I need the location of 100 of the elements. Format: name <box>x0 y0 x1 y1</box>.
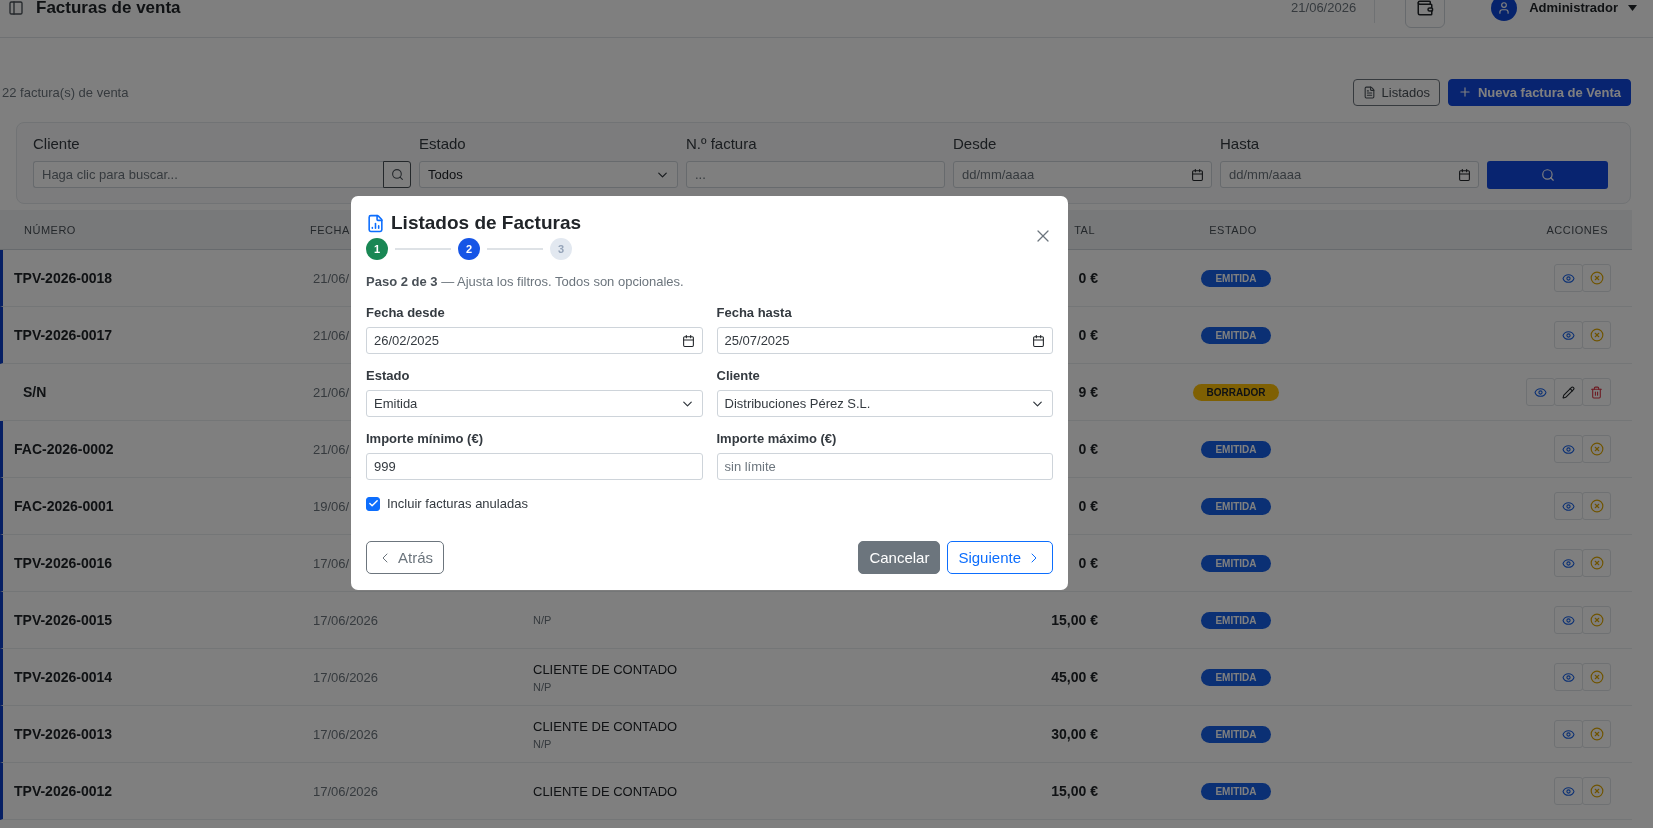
user-menu[interactable]: Administrador <box>1529 0 1637 15</box>
view-button[interactable] <box>1554 663 1583 691</box>
invoice-total: 0 € <box>1078 270 1099 286</box>
circle-x-icon <box>1589 784 1604 798</box>
pencil-icon <box>1562 385 1575 399</box>
cancel-invoice-button[interactable] <box>1582 435 1611 463</box>
view-button[interactable] <box>1554 777 1583 805</box>
cancel-button[interactable]: Cancelar <box>858 541 941 574</box>
listings-button[interactable]: Listados <box>1352 78 1440 106</box>
status-badge: EMITIDA <box>1201 725 1271 743</box>
delete-button[interactable] <box>1582 378 1611 406</box>
input-field[interactable]: 999 <box>366 453 703 480</box>
search-button[interactable] <box>383 161 411 188</box>
circle-x-icon <box>1589 556 1604 570</box>
eye-icon <box>1562 670 1575 684</box>
input-field[interactable]: sin límite <box>716 453 1053 480</box>
invoice-total: 0 € <box>1078 441 1099 457</box>
invoice-number: TPV-2026-0016 <box>13 555 114 571</box>
client-name: CLIENTE DE CONTADO <box>533 718 679 734</box>
field-label: Hasta <box>1220 135 1261 154</box>
view-button[interactable] <box>1554 492 1583 520</box>
table-row[interactable]: TPV-2026-0013 17/06/2026 CLIENTE DE CONTADO N/P 30,00 € EMITIDA <box>0 706 1632 763</box>
eye-icon <box>1562 556 1575 570</box>
document-chart-icon <box>366 213 385 233</box>
view-button[interactable] <box>1554 264 1583 292</box>
field-label: Cliente <box>33 135 81 154</box>
column-header: ESTADO <box>1208 223 1258 236</box>
invoice-number: FAC-2026-0001 <box>13 498 115 514</box>
invoice-date: 19/06/ <box>313 498 350 514</box>
field-label: Fecha desde <box>366 305 446 320</box>
invoice-number: TPV-2026-0015 <box>13 612 114 628</box>
view-button[interactable] <box>1526 378 1555 406</box>
client-name: CLIENTE DE CONTADO <box>533 783 679 799</box>
date-field[interactable]: 26/02/2025 <box>366 327 703 354</box>
status-badge: EMITIDA <box>1201 668 1271 686</box>
invoice-total: 30,00 € <box>1051 726 1099 742</box>
invoice-number: FAC-2026-0002 <box>13 441 115 457</box>
field-label: Cliente <box>716 368 761 383</box>
table-row[interactable]: TPV-2026-0012 17/06/2026 CLIENTE DE CONTADO 15,00 € EMITIDA <box>0 763 1632 820</box>
invoice-number: TPV-2026-0013 <box>13 726 114 742</box>
step-indicator: 1 <box>366 238 388 260</box>
client-tax-id: N/P <box>533 680 553 693</box>
checkbox[interactable] <box>366 496 380 511</box>
circle-x-icon <box>1589 328 1604 342</box>
table-row[interactable]: TPV-2026-0014 17/06/2026 CLIENTE DE CONTADO N/P 45,00 € EMITIDA <box>0 649 1632 706</box>
date-field[interactable]: dd/mm/aaaa <box>1220 161 1479 188</box>
next-button[interactable]: Siguiente <box>947 541 1053 574</box>
calendar-icon <box>1032 334 1045 347</box>
status-badge: EMITIDA <box>1201 269 1271 287</box>
caret-icon <box>1628 4 1637 11</box>
input-field[interactable]: ... <box>686 161 945 188</box>
cancel-invoice-button[interactable] <box>1582 777 1611 805</box>
status-badge: EMITIDA <box>1201 440 1271 458</box>
view-button[interactable] <box>1554 720 1583 748</box>
new-invoice-button[interactable]: Nueva factura de Venta <box>1447 78 1631 106</box>
status-badge: EMITIDA <box>1201 326 1271 344</box>
eye-icon <box>1534 385 1547 399</box>
field-label: N.º factura <box>686 135 758 154</box>
invoice-date: 17/06/2026 <box>313 669 379 685</box>
client-tax-id: N/P <box>533 737 553 750</box>
date-field[interactable]: dd/mm/aaaa <box>953 161 1212 188</box>
calendar-icon <box>1458 168 1471 181</box>
invoice-number: TPV-2026-0017 <box>13 327 114 343</box>
wallet-button[interactable] <box>1405 0 1446 28</box>
cancel-invoice-button[interactable] <box>1582 264 1611 292</box>
invoice-total: 15,00 € <box>1051 612 1099 628</box>
invoice-date: 17/06/ <box>313 555 350 571</box>
circle-x-icon <box>1589 670 1604 684</box>
cancel-invoice-button[interactable] <box>1582 549 1611 577</box>
invoice-date: 21/06/ <box>313 270 350 286</box>
cancel-invoice-button[interactable] <box>1582 606 1611 634</box>
view-button[interactable] <box>1554 435 1583 463</box>
eye-icon <box>1562 442 1575 456</box>
cancel-invoice-button[interactable] <box>1582 720 1611 748</box>
column-header: FECHA <box>310 223 351 236</box>
view-button[interactable] <box>1554 321 1583 349</box>
select-field[interactable]: Distribuciones Pérez S.L. <box>716 390 1053 417</box>
eye-icon <box>1562 613 1575 627</box>
wallet-icon <box>1416 0 1435 17</box>
date-field[interactable]: 25/07/2025 <box>716 327 1053 354</box>
select-field[interactable]: Emitida <box>366 390 703 417</box>
back-button[interactable]: Atrás <box>366 541 444 574</box>
view-button[interactable] <box>1554 549 1583 577</box>
calendar-icon <box>1191 168 1204 181</box>
edit-button[interactable] <box>1554 378 1583 406</box>
calendar-icon <box>681 334 695 347</box>
circle-x-icon <box>1589 442 1604 456</box>
sidebar-toggle-icon[interactable] <box>8 0 24 16</box>
view-button[interactable] <box>1554 606 1583 634</box>
cancel-invoice-button[interactable] <box>1582 492 1611 520</box>
cancel-invoice-button[interactable] <box>1582 663 1611 691</box>
select-field[interactable]: Todos <box>419 161 678 188</box>
circle-x-icon <box>1589 499 1604 513</box>
client-search-field[interactable]: Haga clic para buscar... <box>33 161 383 188</box>
invoice-date: 21/06/ <box>313 327 350 343</box>
cancel-invoice-button[interactable] <box>1582 321 1611 349</box>
status-badge: EMITIDA <box>1201 554 1271 572</box>
status-badge: EMITIDA <box>1201 497 1271 515</box>
column-header: ACCIONES <box>1545 223 1609 236</box>
plus-icon <box>1457 85 1472 99</box>
